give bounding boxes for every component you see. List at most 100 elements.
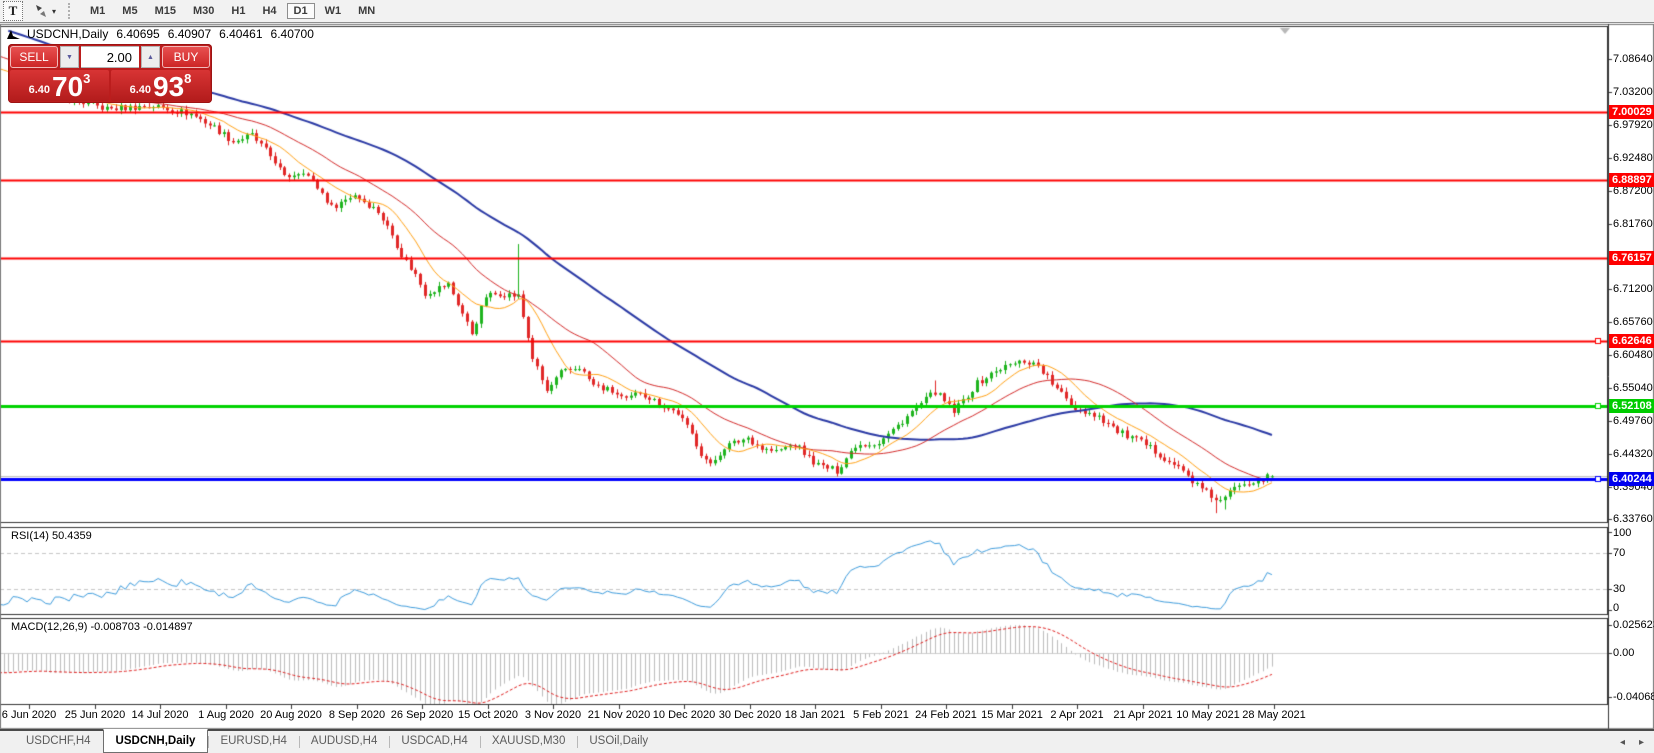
timeframe-m30[interactable]: M30 — [186, 3, 221, 19]
time-axis-label: 1 Aug 2020 — [198, 709, 254, 721]
rsi-tick-label: 70 — [1613, 547, 1625, 560]
price-tick-label: 6.71200 — [1613, 283, 1653, 296]
tab-usdcnh-daily[interactable]: USDCNH,Daily — [103, 729, 209, 753]
price-tick-label: 6.81760 — [1613, 218, 1653, 231]
time-axis-label: 28 May 2021 — [1242, 709, 1306, 721]
timeframe-d1[interactable]: D1 — [287, 3, 315, 19]
time-axis-label: 20 Aug 2020 — [260, 709, 322, 721]
tab-scroll-left-button[interactable]: ◂ — [1620, 737, 1625, 748]
buy-price-main: 6.40 — [130, 84, 151, 96]
chart-symbol-icon — [6, 28, 21, 40]
volume-input[interactable] — [81, 46, 139, 68]
sell-price-display[interactable]: 6.40 70 3 — [10, 70, 109, 101]
timeframe-w1[interactable]: W1 — [318, 3, 349, 19]
price-tick-label: 6.65760 — [1613, 316, 1653, 329]
price-tick-label: 6.49760 — [1613, 415, 1653, 428]
top-toolbar: T ▾ M1M5M15M30H1H4D1W1MN — [0, 0, 1654, 23]
time-axis-label: 18 Jan 2021 — [785, 709, 846, 721]
tab-usdcad-h4[interactable]: USDCAD,H4 — [389, 731, 479, 753]
mt4-window: T ▾ M1M5M15M30H1H4D1W1MN USDCNH,Daily 6.… — [0, 0, 1654, 753]
time-axis-label: 15 Oct 2020 — [458, 709, 518, 721]
timeframe-m15[interactable]: M15 — [148, 3, 183, 19]
time-axis-label: 21 Nov 2020 — [588, 709, 650, 721]
toolbar-grip[interactable] — [68, 3, 75, 19]
timeframe-h1[interactable]: H1 — [224, 3, 252, 19]
tab-scroll-buttons: ◂ ▸ — [1620, 737, 1644, 748]
rsi-tick-label: 30 — [1613, 583, 1625, 596]
sell-price-big: 70 — [52, 74, 83, 100]
macd-tick-label: 0.025623 — [1613, 619, 1654, 632]
time-axis-label: 10 Dec 2020 — [653, 709, 715, 721]
buy-button[interactable]: BUY — [162, 46, 210, 68]
sell-button[interactable]: SELL — [10, 46, 58, 68]
time-axis-label: 3 Nov 2020 — [525, 709, 581, 721]
price-tick-label: 6.60480 — [1613, 349, 1653, 362]
time-axis-label: 30 Dec 2020 — [719, 709, 781, 721]
timeframe-mn[interactable]: MN — [351, 3, 382, 19]
time-axis-label: 10 May 2021 — [1176, 709, 1240, 721]
bar-open-value: 6.40695 — [116, 27, 159, 41]
arrows-icon — [33, 4, 49, 18]
buy-price-big: 93 — [153, 74, 184, 100]
macd-tick-label: 0.00 — [1613, 647, 1634, 660]
triangle-up-icon: ▲ — [147, 54, 154, 61]
tab-usoil-daily[interactable]: USOil,Daily — [577, 731, 660, 753]
tab-eurusd-h4[interactable]: EURUSD,H4 — [208, 731, 298, 753]
price-tick-label: 6.44320 — [1613, 448, 1653, 461]
bar-high-value: 6.40907 — [168, 27, 211, 41]
price-tick-label: 7.03200 — [1613, 86, 1653, 99]
time-axis-label: 6 Jun 2020 — [2, 709, 56, 721]
tab-scroll-right-button[interactable]: ▸ — [1639, 737, 1644, 748]
price-line-label: 6.52108 — [1609, 399, 1654, 413]
time-axis-label: 26 Sep 2020 — [391, 709, 453, 721]
price-tick-label: 6.97920 — [1613, 119, 1653, 132]
price-line-label: 6.88897 — [1609, 173, 1654, 187]
time-axis-label: 21 Apr 2021 — [1113, 709, 1172, 721]
buy-price-sup: 8 — [184, 71, 191, 86]
timeframe-group: M1M5M15M30H1H4D1W1MN — [83, 3, 382, 19]
one-click-trading-panel: SELL ▼ ▲ BUY 6.40 70 3 6.40 93 8 — [8, 44, 212, 103]
price-tick-label: 6.33760 — [1613, 513, 1653, 526]
price-line-label: 6.40244 — [1609, 472, 1654, 486]
time-axis-label: 8 Sep 2020 — [329, 709, 385, 721]
bar-low-value: 6.40461 — [219, 27, 262, 41]
price-tick-label: 7.08640 — [1613, 53, 1653, 66]
chart-title-symbol: USDCNH,Daily — [27, 27, 108, 41]
volume-decrease-button[interactable]: ▼ — [60, 46, 79, 68]
time-axis-label: 24 Feb 2021 — [915, 709, 977, 721]
price-line-label: 6.62646 — [1609, 334, 1654, 348]
arrows-tool-button[interactable]: ▾ — [31, 2, 58, 20]
timeframe-m5[interactable]: M5 — [115, 3, 144, 19]
buy-price-display[interactable]: 6.40 93 8 — [111, 70, 210, 101]
rsi-tick-label: 100 — [1613, 527, 1631, 540]
tab-usdchf-h4[interactable]: USDCHF,H4 — [14, 731, 103, 753]
time-axis-label: 14 Jul 2020 — [132, 709, 189, 721]
chart-title: USDCNH,Daily 6.40695 6.40907 6.40461 6.4… — [6, 27, 314, 41]
text-tool-button[interactable]: T — [3, 1, 23, 21]
sell-price-main: 6.40 — [29, 84, 50, 96]
chart-canvas[interactable] — [0, 0, 1654, 753]
timeframe-h4[interactable]: H4 — [255, 3, 283, 19]
bar-close-value: 6.40700 — [271, 27, 314, 41]
price-line-label: 6.76157 — [1609, 251, 1654, 265]
time-axis-label: 5 Feb 2021 — [853, 709, 909, 721]
sell-price-sup: 3 — [83, 71, 90, 86]
triangle-down-icon: ▼ — [66, 54, 73, 61]
chevron-down-icon: ▾ — [52, 7, 56, 16]
macd-tick-label: -0.040687 — [1613, 691, 1654, 704]
rsi-indicator-label: RSI(14) 50.4359 — [11, 530, 92, 542]
timeframe-m1[interactable]: M1 — [83, 3, 112, 19]
time-axis-label: 15 Mar 2021 — [981, 709, 1043, 721]
time-axis-label: 25 Jun 2020 — [65, 709, 126, 721]
price-tick-label: 6.55040 — [1613, 382, 1653, 395]
tab-xauusd-m30[interactable]: XAUUSD,M30 — [480, 731, 578, 753]
price-tick-label: 6.92480 — [1613, 152, 1653, 165]
macd-indicator-label: MACD(12,26,9) -0.008703 -0.014897 — [11, 621, 193, 633]
rsi-tick-label: 0 — [1613, 602, 1619, 615]
time-axis-label: 2 Apr 2021 — [1050, 709, 1103, 721]
chart-tabs: USDCHF,H4USDCNH,DailyEURUSD,H4AUDUSD,H4U… — [14, 731, 660, 753]
chart-tab-bar: USDCHF,H4USDCNH,DailyEURUSD,H4AUDUSD,H4U… — [0, 729, 1654, 753]
tab-audusd-h4[interactable]: AUDUSD,H4 — [299, 731, 389, 753]
volume-increase-button[interactable]: ▲ — [141, 46, 160, 68]
price-line-label: 7.00029 — [1609, 105, 1654, 119]
